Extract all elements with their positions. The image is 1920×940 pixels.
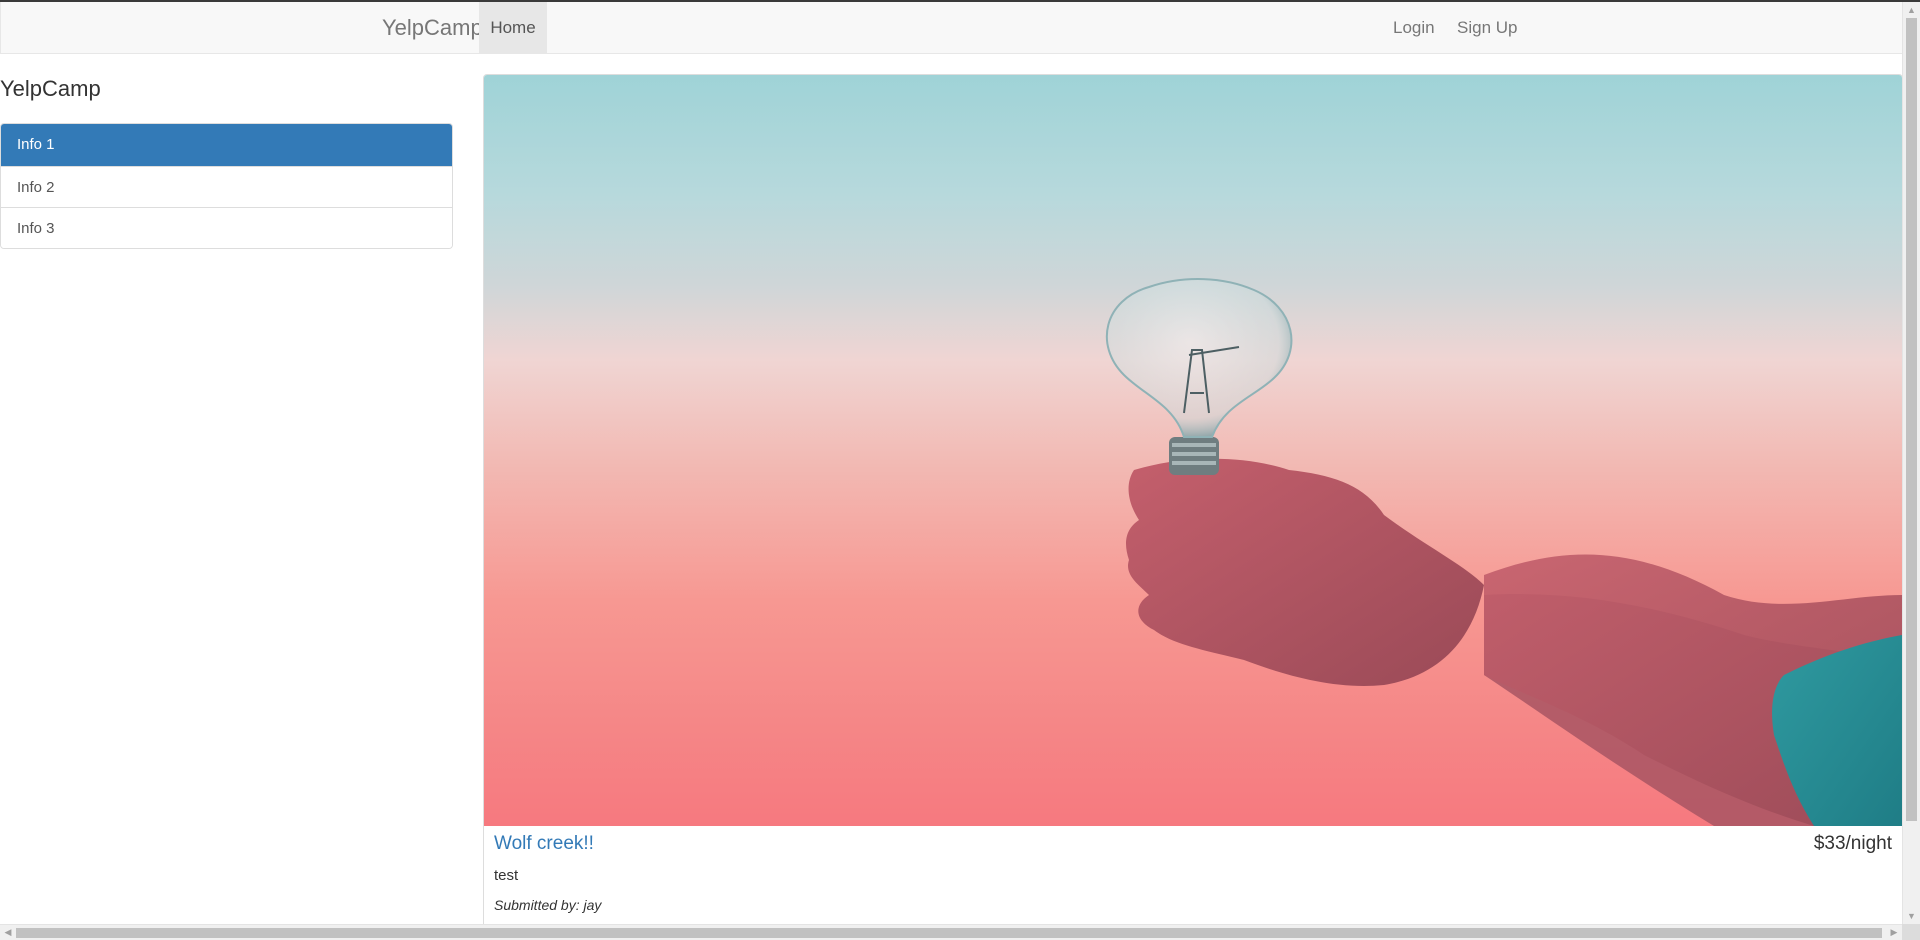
sidebar-info-list: Info 1 Info 2 Info 3: [0, 123, 453, 249]
campground-thumbnail: Wolf creek!! $33/night test Submitted by…: [483, 74, 1903, 940]
scroll-right-arrow-icon[interactable]: ▶: [1886, 925, 1902, 940]
scroll-left-arrow-icon[interactable]: ◀: [0, 925, 16, 940]
lightbulb-in-hand-illustration: [1105, 278, 1902, 826]
scrollbar-corner: [1902, 924, 1920, 940]
sidebar-item-info-1[interactable]: Info 1: [1, 124, 452, 166]
nav-login-link[interactable]: Login: [1393, 2, 1435, 53]
navbar: YelpCamp Home Login Sign Up: [0, 2, 1902, 54]
nav-home-link[interactable]: Home: [479, 2, 547, 53]
submitted-by-label: Submitted by:: [494, 897, 580, 913]
horizontal-scrollbar[interactable]: ◀ ▶: [0, 924, 1902, 940]
scroll-up-arrow-icon[interactable]: ▲: [1903, 2, 1920, 18]
vertical-scroll-thumb[interactable]: [1906, 18, 1917, 821]
campground-price: $33/night: [1813, 833, 1892, 854]
browser-viewport: YelpCamp Home Login Sign Up YelpCamp Inf…: [0, 0, 1920, 940]
campground-image: [484, 75, 1902, 826]
submitted-by: Submitted by: jay: [494, 897, 601, 913]
horizontal-scroll-thumb[interactable]: [16, 928, 1882, 938]
campground-description: test: [494, 867, 519, 884]
scroll-down-arrow-icon[interactable]: ▼: [1903, 908, 1920, 924]
campground-name-link[interactable]: Wolf creek!!: [494, 833, 594, 855]
navbar-brand[interactable]: YelpCamp: [382, 2, 483, 53]
sidebar-item-info-3[interactable]: Info 3: [1, 207, 452, 248]
nav-signup-link[interactable]: Sign Up: [1457, 2, 1517, 53]
submitted-by-author: jay: [583, 897, 602, 913]
vertical-scrollbar[interactable]: ▲ ▼: [1902, 2, 1920, 924]
sidebar-title: YelpCamp: [0, 76, 101, 101]
sidebar-item-info-2[interactable]: Info 2: [1, 166, 452, 207]
